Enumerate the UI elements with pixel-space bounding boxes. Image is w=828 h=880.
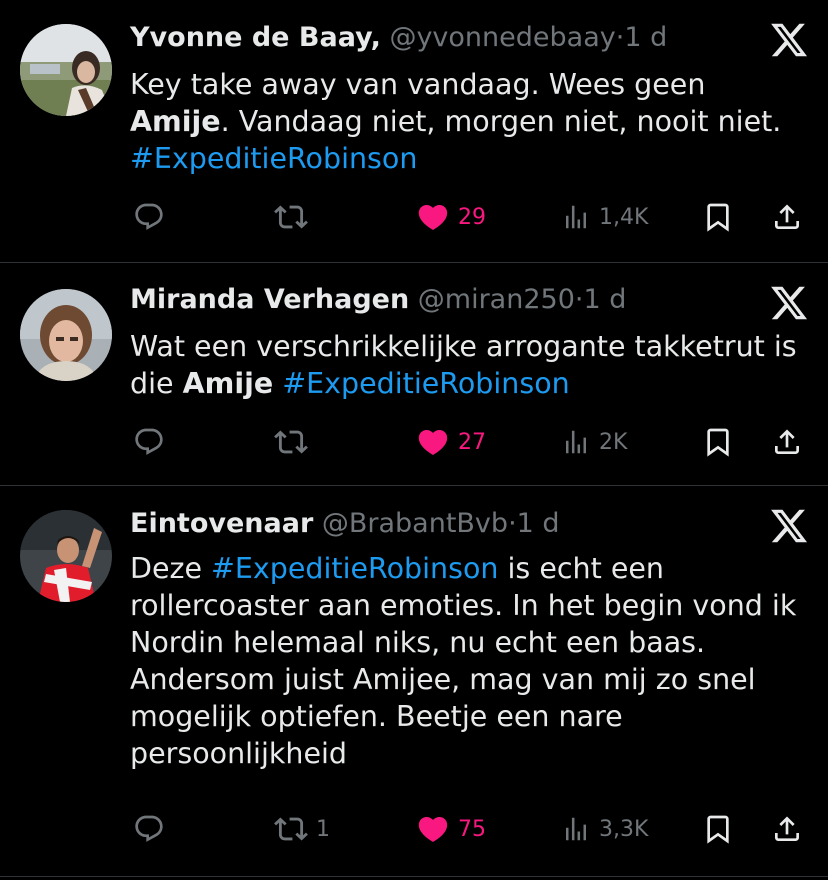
x-logo-icon — [768, 20, 810, 60]
tweet-actions: 29 1,4K — [0, 197, 828, 237]
avatar[interactable] — [20, 510, 112, 602]
bookmark-icon — [702, 426, 734, 458]
tweet[interactable]: Eintovenaar @BrabantBvb·1 d Deze #Expedi… — [0, 486, 828, 880]
tweet-text-plain: . Vandaag niet, morgen niet, nooit niet. — [220, 105, 782, 138]
like-count: 29 — [458, 204, 486, 230]
views-icon — [561, 202, 591, 232]
reply-button[interactable] — [133, 422, 165, 462]
x-logo-icon — [768, 506, 810, 546]
avatar[interactable] — [20, 289, 112, 381]
views-button[interactable]: 2K — [561, 422, 627, 462]
tweet[interactable]: Yvonne de Baay, @yvonnedebaay·1 d Key ta… — [0, 0, 828, 262]
share-button[interactable] — [771, 197, 803, 237]
display-name[interactable]: Eintovenaar — [130, 508, 313, 539]
tweet-text-plain — [273, 367, 282, 400]
reply-icon — [133, 426, 165, 458]
bookmark-icon — [702, 813, 734, 845]
like-count: 75 — [458, 816, 486, 842]
separator-dot: · — [508, 508, 517, 539]
retweet-button[interactable] — [274, 197, 316, 237]
heart-filled-icon — [416, 812, 450, 846]
reply-button[interactable] — [133, 809, 165, 849]
retweet-icon — [274, 812, 308, 846]
tweet-text: Wat een verschrikkelijke arrogante takke… — [130, 328, 810, 402]
tweet-text-plain: Deze — [130, 552, 212, 585]
bookmark-button[interactable] — [702, 197, 734, 237]
avatar[interactable] — [20, 24, 112, 116]
reply-icon — [133, 201, 165, 233]
x-logo-icon — [768, 283, 810, 323]
tweet[interactable]: Miranda Verhagen @miran250·1 d Wat een v… — [0, 263, 828, 485]
timestamp[interactable]: 1 d — [624, 22, 667, 53]
bookmark-button[interactable] — [702, 422, 734, 462]
tweet-header: Miranda Verhagen @miran250·1 d — [130, 283, 626, 317]
share-icon — [771, 813, 803, 845]
share-icon — [771, 426, 803, 458]
share-button[interactable] — [771, 422, 803, 462]
display-name[interactable]: Miranda Verhagen — [130, 284, 409, 315]
bookmark-button[interactable] — [702, 809, 734, 849]
display-name[interactable]: Yvonne de Baay, — [130, 22, 381, 53]
handle[interactable]: @miran250 — [418, 284, 575, 315]
views-count: 2K — [599, 429, 628, 455]
hashtag-link[interactable]: #ExpeditieRobinson — [211, 552, 498, 585]
views-icon — [561, 814, 591, 844]
tweet-text-bold: Amije — [130, 105, 221, 138]
retweet-count: 1 — [316, 816, 330, 842]
views-button[interactable]: 3,3K — [561, 809, 648, 849]
tweet-text-plain: Key take away van vandaag. Wees geen — [130, 68, 706, 101]
share-button[interactable] — [771, 809, 803, 849]
retweet-icon — [274, 200, 308, 234]
tweet-text: Deze #ExpeditieRobinson is echt een roll… — [130, 550, 810, 772]
tweet-text-bold: Amije — [182, 367, 274, 400]
like-button[interactable]: 29 — [416, 197, 486, 237]
timestamp[interactable]: 1 d — [583, 284, 626, 315]
tweet-actions: 1 75 3,3K — [0, 809, 828, 849]
bookmark-icon — [702, 201, 734, 233]
views-icon — [561, 427, 591, 457]
heart-filled-icon — [416, 425, 450, 459]
views-count: 1,4K — [599, 204, 649, 230]
heart-filled-icon — [416, 200, 450, 234]
retweet-icon — [274, 425, 308, 459]
hashtag-link[interactable]: #ExpeditieRobinson — [130, 142, 417, 175]
share-icon — [771, 201, 803, 233]
handle[interactable]: @BrabantBvb — [322, 508, 508, 539]
views-button[interactable]: 1,4K — [561, 197, 648, 237]
retweet-button[interactable] — [274, 422, 316, 462]
tweet-header: Eintovenaar @BrabantBvb·1 d — [130, 507, 560, 541]
views-count: 3,3K — [599, 816, 649, 842]
reply-button[interactable] — [133, 197, 165, 237]
reply-icon — [133, 813, 165, 845]
tweet-divider — [0, 876, 828, 877]
like-count: 27 — [458, 429, 486, 455]
like-button[interactable]: 75 — [416, 809, 486, 849]
timestamp[interactable]: 1 d — [517, 508, 560, 539]
hashtag-link[interactable]: #ExpeditieRobinson — [282, 367, 569, 400]
like-button[interactable]: 27 — [416, 422, 486, 462]
retweet-button[interactable]: 1 — [274, 809, 330, 849]
tweet-text: Key take away van vandaag. Wees geen Ami… — [130, 66, 810, 177]
handle[interactable]: @yvonnedebaay — [389, 22, 615, 53]
tweet-actions: 27 2K — [0, 422, 828, 462]
tweet-header: Yvonne de Baay, @yvonnedebaay·1 d — [130, 21, 667, 55]
